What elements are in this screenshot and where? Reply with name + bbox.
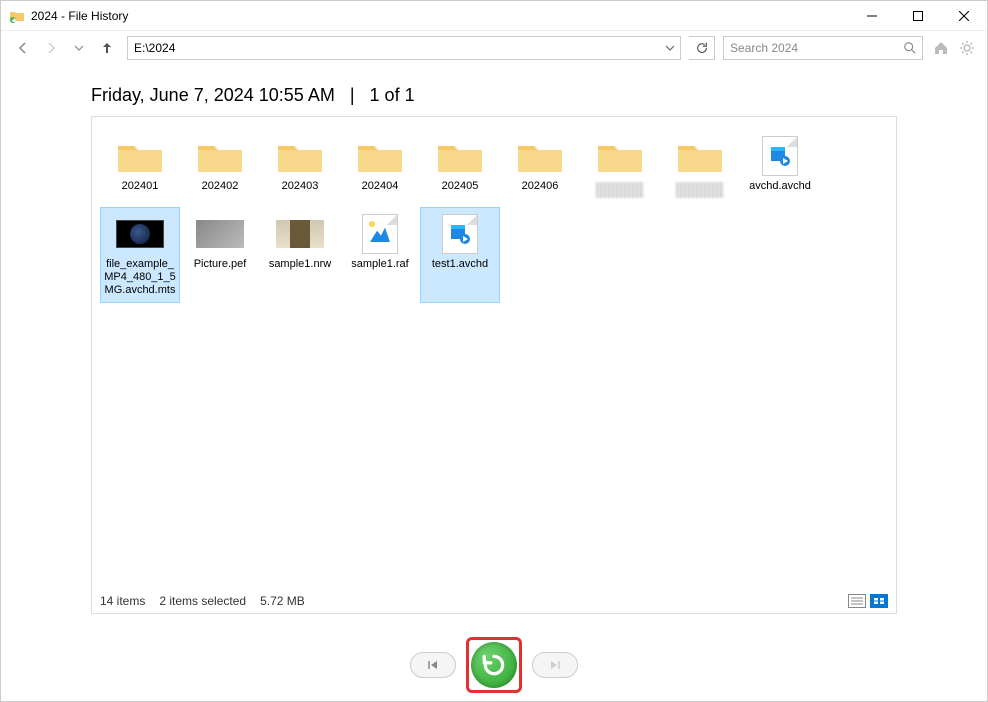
folder-icon (672, 134, 728, 178)
app-icon (9, 8, 25, 24)
file-item[interactable]: sample1.nrw (260, 207, 340, 303)
video-thumbnail (112, 212, 168, 256)
folder-icon (592, 134, 648, 178)
refresh-button[interactable] (689, 36, 715, 60)
home-icon[interactable] (931, 38, 951, 58)
raw-file-icon (352, 212, 408, 256)
recent-dropdown[interactable] (67, 36, 91, 60)
avchd-file-icon (752, 134, 808, 178)
page-counter: 1 of 1 (370, 85, 415, 105)
folder-icon (192, 134, 248, 178)
search-bar[interactable] (723, 36, 923, 60)
gear-icon[interactable] (957, 38, 977, 58)
minimize-button[interactable] (849, 1, 895, 31)
search-icon[interactable] (898, 41, 922, 55)
restore-highlight (466, 637, 522, 693)
file-label (596, 182, 644, 198)
forward-button[interactable] (39, 36, 63, 60)
address-bar[interactable] (127, 36, 681, 60)
file-label: 202403 (282, 180, 319, 193)
file-item[interactable]: 202402 (180, 129, 260, 203)
file-label: 202401 (122, 180, 159, 193)
restore-button[interactable] (471, 642, 517, 688)
file-item[interactable]: 202401 (100, 129, 180, 203)
history-header: Friday, June 7, 2024 10:55 AM | 1 of 1 (1, 65, 987, 116)
folder-icon (352, 134, 408, 178)
file-item[interactable] (580, 129, 660, 203)
file-label: 202406 (522, 180, 559, 193)
file-item[interactable] (660, 129, 740, 203)
file-item[interactable]: test1.avchd (420, 207, 500, 303)
file-item[interactable]: Picture.pef (180, 207, 260, 303)
folder-icon (512, 134, 568, 178)
file-label: sample1.raf (351, 258, 408, 271)
file-item[interactable]: 202406 (500, 129, 580, 203)
selection-count: 2 items selected (159, 594, 246, 608)
image-thumbnail (272, 212, 328, 256)
status-bar: 14 items 2 items selected 5.72 MB (92, 589, 896, 613)
file-label (676, 182, 724, 198)
address-input[interactable] (128, 41, 660, 55)
file-item[interactable]: 202405 (420, 129, 500, 203)
history-timestamp: Friday, June 7, 2024 10:55 AM (91, 85, 335, 105)
file-item[interactable]: file_example_MP4_480_1_5MG.avchd.mts (100, 207, 180, 303)
folder-icon (272, 134, 328, 178)
file-item[interactable]: 202403 (260, 129, 340, 203)
file-label: 202405 (442, 180, 479, 193)
file-label: test1.avchd (432, 258, 488, 271)
file-item[interactable]: avchd.avchd (740, 129, 820, 203)
file-label: sample1.nrw (269, 258, 331, 271)
icons-view-button[interactable] (870, 594, 888, 608)
up-button[interactable] (95, 36, 119, 60)
folder-icon (112, 134, 168, 178)
previous-version-button[interactable] (410, 652, 456, 678)
item-count: 14 items (100, 594, 145, 608)
search-input[interactable] (724, 41, 898, 55)
selection-size: 5.72 MB (260, 594, 305, 608)
back-button[interactable] (11, 36, 35, 60)
file-label: file_example_MP4_480_1_5MG.avchd.mts (103, 258, 177, 298)
file-item[interactable]: sample1.raf (340, 207, 420, 303)
window-title: 2024 - File History (31, 9, 849, 23)
image-thumbnail (192, 212, 248, 256)
address-dropdown[interactable] (660, 43, 680, 53)
file-label: Picture.pef (194, 258, 247, 271)
file-label: 202404 (362, 180, 399, 193)
details-view-button[interactable] (848, 594, 866, 608)
next-version-button[interactable] (532, 652, 578, 678)
avchd-file-icon (432, 212, 488, 256)
file-label: 202402 (202, 180, 239, 193)
file-item[interactable]: 202404 (340, 129, 420, 203)
folder-icon (432, 134, 488, 178)
file-label: avchd.avchd (749, 180, 811, 193)
maximize-button[interactable] (895, 1, 941, 31)
close-button[interactable] (941, 1, 987, 31)
